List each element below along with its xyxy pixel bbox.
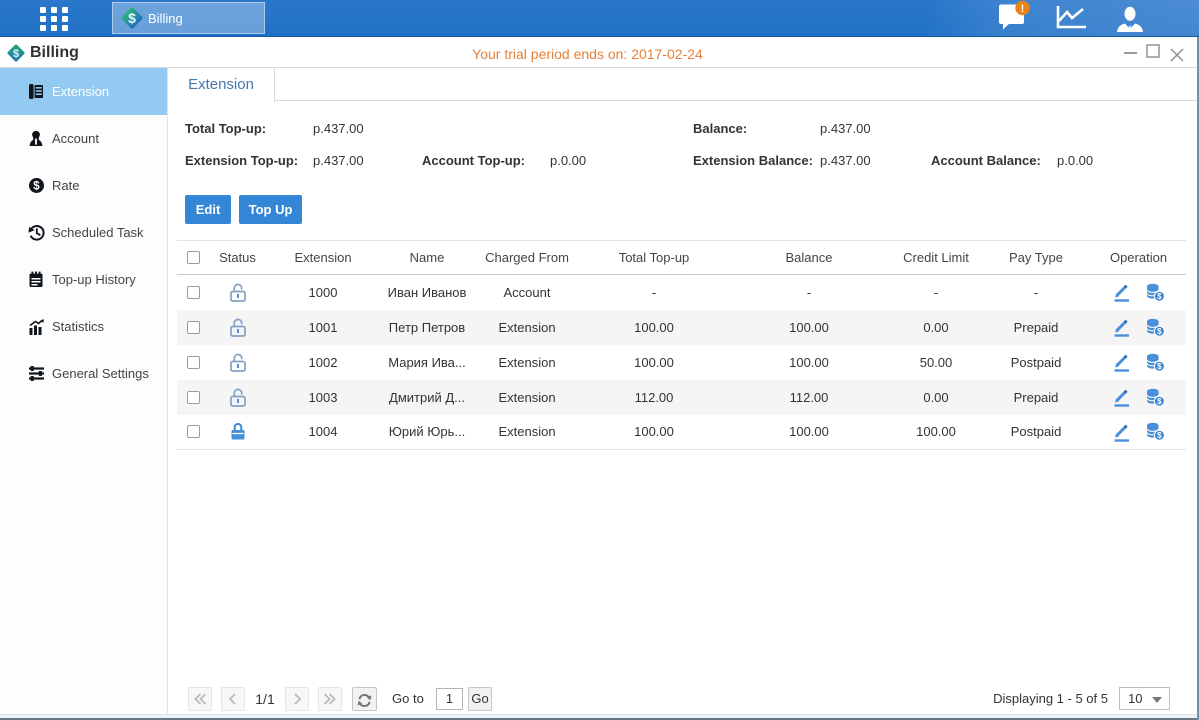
svg-text:$: $ bbox=[1157, 362, 1162, 371]
svg-text:$: $ bbox=[1157, 397, 1162, 406]
svg-text:$: $ bbox=[33, 181, 40, 193]
svg-text:$: $ bbox=[128, 10, 136, 26]
svg-text:!: ! bbox=[1021, 3, 1025, 15]
svg-text:$: $ bbox=[1157, 431, 1162, 440]
svg-text:$: $ bbox=[1157, 292, 1162, 301]
svg-text:$: $ bbox=[1157, 327, 1162, 336]
